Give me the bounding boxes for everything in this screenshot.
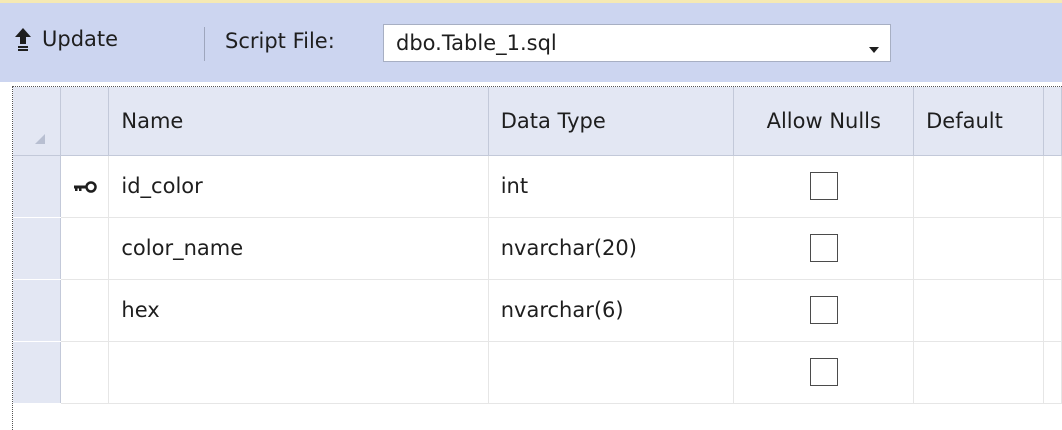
script-file-value: dbo.Table_1.sql	[396, 31, 557, 55]
row-selector[interactable]	[13, 217, 62, 280]
allow-nulls-checkbox[interactable]	[809, 172, 838, 200]
row-selector[interactable]	[13, 341, 62, 404]
table-row[interactable]: hex nvarchar(6)	[13, 279, 1062, 342]
row-selector[interactable]	[13, 155, 62, 218]
rest-cell	[1043, 217, 1062, 280]
table-row[interactable]: color_name nvarchar(20)	[13, 217, 1062, 280]
key-column-header	[60, 87, 110, 156]
name-cell[interactable]: hex	[108, 279, 489, 342]
key-cell	[60, 341, 110, 404]
default-cell[interactable]	[913, 217, 1044, 280]
chevron-down-icon	[868, 39, 880, 58]
select-all-corner[interactable]	[13, 87, 62, 156]
rest-cell	[1043, 341, 1062, 404]
table-row[interactable]	[13, 341, 1062, 404]
corner-triangle-icon	[35, 133, 45, 144]
name-cell[interactable]: color_name	[108, 217, 489, 280]
key-cell	[60, 279, 110, 342]
rest-cell	[1043, 155, 1062, 218]
default-cell[interactable]	[913, 341, 1044, 404]
allow-nulls-cell	[733, 217, 915, 280]
allow-nulls-checkbox[interactable]	[809, 234, 838, 262]
designer-toolbar: Update Script File: dbo.Table_1.sql	[0, 3, 1062, 82]
table-designer-grid: Name Data Type Allow Nulls Default id_co…	[0, 82, 1062, 430]
update-label: Update	[42, 27, 119, 51]
column-header-data-type[interactable]: Data Type	[488, 87, 735, 156]
script-file-label: Script File:	[225, 29, 335, 53]
data-type-cell[interactable]: nvarchar(20)	[488, 217, 735, 280]
update-button[interactable]: Update	[14, 21, 118, 57]
rest-cell	[1043, 279, 1062, 342]
key-cell	[60, 217, 110, 280]
toolbar-separator	[204, 27, 205, 61]
name-cell[interactable]	[108, 341, 489, 404]
default-cell[interactable]	[913, 279, 1044, 342]
column-header-name[interactable]: Name	[108, 87, 489, 156]
script-file-dropdown[interactable]: dbo.Table_1.sql	[383, 24, 891, 62]
data-type-cell[interactable]	[488, 341, 735, 404]
arrow-up-icon	[14, 27, 32, 51]
column-header-default[interactable]: Default	[913, 87, 1044, 156]
default-cell[interactable]	[913, 155, 1044, 218]
row-selector[interactable]	[13, 279, 62, 342]
name-cell[interactable]: id_color	[108, 155, 489, 218]
column-header-rest	[1043, 87, 1062, 156]
data-type-cell[interactable]: int	[488, 155, 735, 218]
column-header-allow-nulls[interactable]: Allow Nulls	[733, 87, 915, 156]
allow-nulls-cell	[733, 279, 915, 342]
key-icon	[72, 174, 98, 198]
table-row[interactable]: id_color int	[13, 155, 1062, 218]
key-cell	[60, 155, 110, 218]
allow-nulls-checkbox[interactable]	[809, 358, 838, 386]
data-type-cell[interactable]: nvarchar(6)	[488, 279, 735, 342]
allow-nulls-cell	[733, 341, 915, 404]
allow-nulls-checkbox[interactable]	[809, 296, 838, 324]
column-grid: Name Data Type Allow Nulls Default id_co…	[13, 87, 1062, 404]
header-row: Name Data Type Allow Nulls Default	[13, 87, 1062, 156]
allow-nulls-cell	[733, 155, 915, 218]
